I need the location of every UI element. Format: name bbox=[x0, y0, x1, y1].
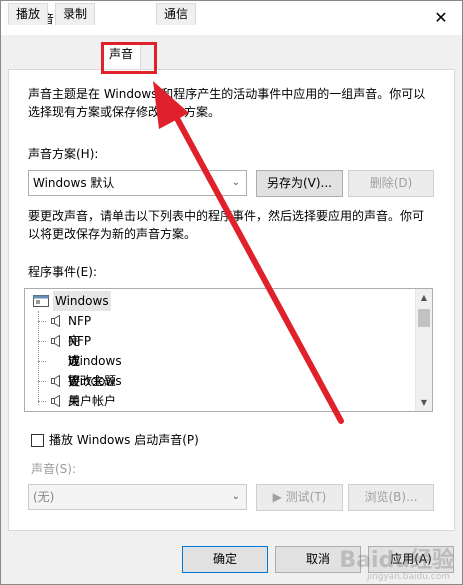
sound-dialog: 声音 ✕ 播放 录制 通信 声音 声音主题是在 Windows 和程序产生的活动… bbox=[0, 0, 463, 585]
watermark-text: Baidu经验 bbox=[339, 548, 454, 573]
watermark-sub: jingyan.baidu.com bbox=[366, 572, 450, 582]
annotation-arrow bbox=[153, 81, 344, 424]
